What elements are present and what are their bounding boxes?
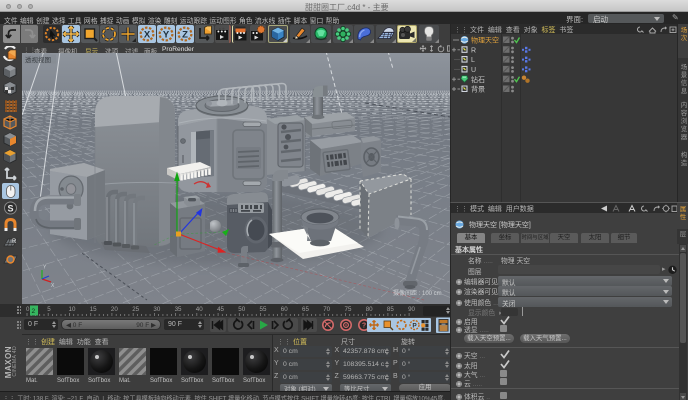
svg-text:55: 55 [260,306,267,313]
svg-text:70: 70 [323,306,330,313]
svg-text:Mat.: Mat. [119,378,131,384]
svg-text:R: R [471,47,476,54]
svg-text:L: L [471,57,475,64]
svg-text:SofTbox: SofTbox [243,378,265,384]
svg-text:85: 85 [387,306,394,313]
svg-text:0: 0 [26,306,30,313]
svg-text:25: 25 [132,306,139,313]
svg-text:SofTbox: SofTbox [57,378,79,384]
svg-text:S: S [7,203,13,213]
svg-text:Mat.: Mat. [26,378,38,384]
svg-text:SofTbox: SofTbox [150,378,172,384]
svg-text:5: 5 [47,306,51,313]
svg-text:2: 2 [32,308,36,315]
svg-text:80: 80 [366,306,373,313]
svg-text:钻石: 钻石 [471,75,485,84]
svg-text:10: 10 [69,306,76,313]
svg-text:90: 90 [408,306,415,313]
svg-text:物理天空: 物理天空 [471,36,499,45]
svg-text:SofTbox: SofTbox [212,378,234,384]
svg-text:Z: Z [182,29,188,40]
svg-text:30: 30 [153,306,160,313]
svg-text:SofTbox: SofTbox [181,378,203,384]
svg-text:20: 20 [111,306,118,313]
svg-text:?: ? [362,323,366,330]
svg-text:60: 60 [281,306,288,313]
svg-text:透视视图: 透视视图 [25,55,51,64]
svg-text:40: 40 [196,306,203,313]
svg-text:50: 50 [238,306,245,313]
svg-text:摄像间距 : 100 cm: 摄像间距 : 100 cm [393,289,442,297]
svg-text:Y: Y [162,29,169,40]
svg-text:背景: 背景 [471,85,485,94]
svg-text:15: 15 [90,306,97,313]
svg-text:65: 65 [302,306,309,313]
svg-text:R: R [12,239,17,245]
svg-text:45: 45 [217,306,224,313]
svg-text:U: U [471,67,476,74]
svg-text:35: 35 [175,306,182,313]
svg-text:75: 75 [345,306,352,313]
svg-text:P: P [412,322,417,329]
svg-text:X: X [143,29,150,40]
svg-text:SofTbox: SofTbox [88,378,110,384]
